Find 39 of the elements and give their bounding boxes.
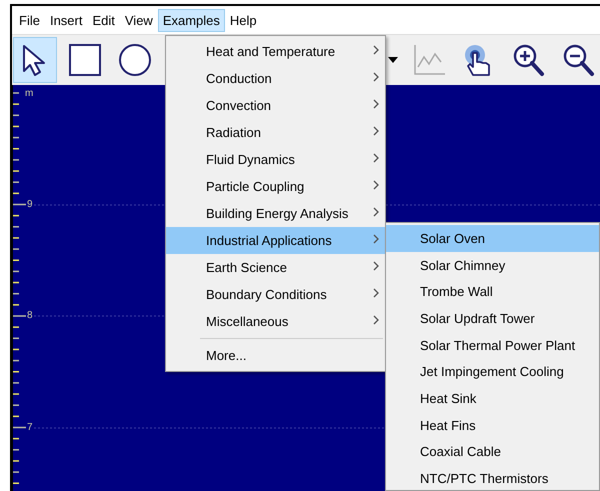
caret-icon bbox=[387, 56, 399, 64]
menu-item[interactable]: Industrial Applications bbox=[166, 227, 385, 254]
ruler-label: 8 bbox=[27, 311, 33, 321]
menu-item[interactable]: Coaxial Cable bbox=[386, 438, 599, 466]
ruler-unit: m bbox=[25, 89, 34, 99]
menu-item[interactable]: Conduction bbox=[166, 65, 385, 92]
menu-item[interactable]: Solar Updraft Tower bbox=[386, 305, 599, 332]
menu-item[interactable]: Particle Coupling bbox=[166, 173, 385, 200]
menu-item[interactable]: Jet Impingement Cooling bbox=[386, 358, 599, 386]
menu-title[interactable]: Edit bbox=[87, 8, 120, 32]
menu-item[interactable]: Radiation bbox=[166, 119, 385, 146]
menu-title[interactable]: Help bbox=[224, 8, 262, 32]
menu-item[interactable]: Convection bbox=[166, 92, 385, 119]
menu-item[interactable]: Miscellaneous bbox=[166, 308, 385, 335]
ruler-label: 7 bbox=[27, 422, 33, 432]
menu-item[interactable]: Earth Science bbox=[166, 254, 385, 281]
menu-title[interactable]: File bbox=[14, 8, 45, 32]
menu-item[interactable]: Heat Sink bbox=[386, 385, 599, 412]
menu-title[interactable]: Examples bbox=[158, 8, 225, 32]
menu-title[interactable]: View bbox=[120, 8, 158, 32]
tool-button[interactable] bbox=[13, 37, 57, 83]
ruler-label: 9 bbox=[27, 200, 33, 210]
zoom-in-icon bbox=[511, 43, 546, 77]
menu-item[interactable]: Heat and Temperature bbox=[166, 38, 385, 65]
menu-item[interactable]: Boundary Conditions bbox=[166, 281, 385, 308]
menu-item[interactable]: Solar Thermal Power Plant bbox=[386, 332, 599, 358]
menu-item[interactable]: More... bbox=[166, 342, 385, 369]
menu-item[interactable]: Solar Chimney bbox=[386, 252, 599, 278]
menu-item[interactable]: Fluid Dynamics bbox=[166, 146, 385, 173]
menu-item[interactable]: Heat Fins bbox=[386, 412, 599, 438]
rectangle-icon bbox=[68, 43, 102, 77]
line-graph-icon bbox=[412, 43, 446, 77]
circle-icon bbox=[118, 43, 152, 77]
menu-item[interactable]: Trombe Wall bbox=[386, 278, 599, 306]
menu-title[interactable]: Insert bbox=[44, 8, 88, 32]
menu-item[interactable]: Building Energy Analysis bbox=[166, 200, 385, 227]
zoom-out-icon bbox=[561, 43, 596, 77]
menu-item[interactable]: NTC/PTC Thermistors bbox=[386, 465, 599, 490]
menu-item[interactable]: Solar Oven bbox=[386, 225, 599, 252]
